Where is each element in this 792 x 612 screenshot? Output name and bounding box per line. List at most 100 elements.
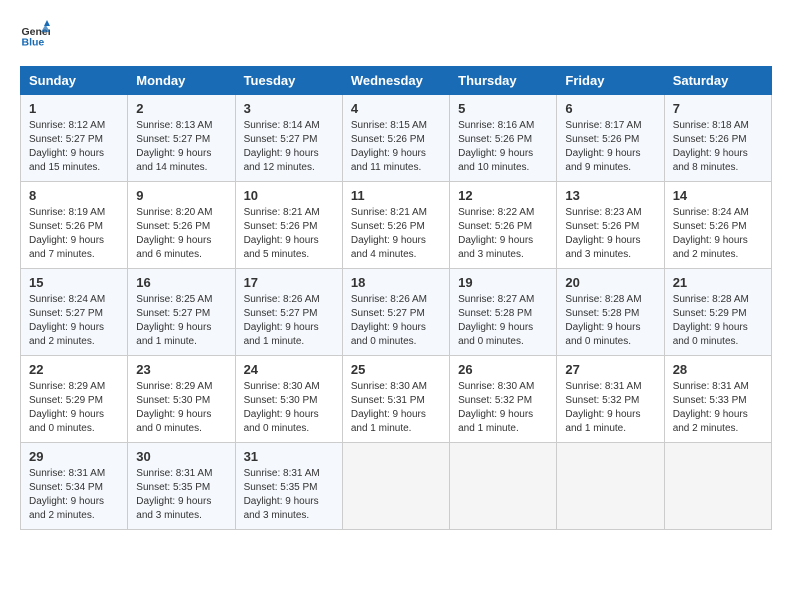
calendar-cell: 24 Sunrise: 8:30 AM Sunset: 5:30 PM Dayl…: [235, 356, 342, 443]
day-number: 9: [136, 188, 226, 203]
day-info: Sunrise: 8:31 AM Sunset: 5:33 PM Dayligh…: [673, 380, 763, 436]
day-info: Sunrise: 8:23 AM Sunset: 5:26 PM Dayligh…: [565, 206, 655, 262]
calendar-cell: 22 Sunrise: 8:29 AM Sunset: 5:29 PM Dayl…: [21, 356, 128, 443]
calendar-cell: 31 Sunrise: 8:31 AM Sunset: 5:35 PM Dayl…: [235, 443, 342, 530]
calendar-body: 1 Sunrise: 8:12 AM Sunset: 5:27 PM Dayli…: [21, 95, 772, 530]
calendar-cell: 25 Sunrise: 8:30 AM Sunset: 5:31 PM Dayl…: [342, 356, 449, 443]
calendar-cell: 17 Sunrise: 8:26 AM Sunset: 5:27 PM Dayl…: [235, 269, 342, 356]
day-number: 30: [136, 449, 226, 464]
day-info: Sunrise: 8:19 AM Sunset: 5:26 PM Dayligh…: [29, 206, 119, 262]
day-info: Sunrise: 8:30 AM Sunset: 5:31 PM Dayligh…: [351, 380, 441, 436]
weekday-header-tuesday: Tuesday: [235, 67, 342, 95]
calendar-cell: 2 Sunrise: 8:13 AM Sunset: 5:27 PM Dayli…: [128, 95, 235, 182]
day-info: Sunrise: 8:28 AM Sunset: 5:29 PM Dayligh…: [673, 293, 763, 349]
day-number: 13: [565, 188, 655, 203]
weekday-header-sunday: Sunday: [21, 67, 128, 95]
calendar-cell: 10 Sunrise: 8:21 AM Sunset: 5:26 PM Dayl…: [235, 182, 342, 269]
calendar-week-5: 29 Sunrise: 8:31 AM Sunset: 5:34 PM Dayl…: [21, 443, 772, 530]
day-info: Sunrise: 8:24 AM Sunset: 5:27 PM Dayligh…: [29, 293, 119, 349]
day-info: Sunrise: 8:31 AM Sunset: 5:34 PM Dayligh…: [29, 467, 119, 523]
day-number: 1: [29, 101, 119, 116]
day-info: Sunrise: 8:31 AM Sunset: 5:35 PM Dayligh…: [244, 467, 334, 523]
calendar-cell: 16 Sunrise: 8:25 AM Sunset: 5:27 PM Dayl…: [128, 269, 235, 356]
day-info: Sunrise: 8:16 AM Sunset: 5:26 PM Dayligh…: [458, 119, 548, 175]
calendar-cell: 19 Sunrise: 8:27 AM Sunset: 5:28 PM Dayl…: [450, 269, 557, 356]
day-number: 17: [244, 275, 334, 290]
weekday-header-friday: Friday: [557, 67, 664, 95]
day-number: 31: [244, 449, 334, 464]
day-info: Sunrise: 8:31 AM Sunset: 5:32 PM Dayligh…: [565, 380, 655, 436]
day-info: Sunrise: 8:18 AM Sunset: 5:26 PM Dayligh…: [673, 119, 763, 175]
logo-icon: General Blue: [20, 20, 50, 50]
day-info: Sunrise: 8:22 AM Sunset: 5:26 PM Dayligh…: [458, 206, 548, 262]
weekday-header-monday: Monday: [128, 67, 235, 95]
day-number: 10: [244, 188, 334, 203]
day-number: 2: [136, 101, 226, 116]
day-info: Sunrise: 8:26 AM Sunset: 5:27 PM Dayligh…: [351, 293, 441, 349]
weekday-header-saturday: Saturday: [664, 67, 771, 95]
calendar-cell: 21 Sunrise: 8:28 AM Sunset: 5:29 PM Dayl…: [664, 269, 771, 356]
day-number: 4: [351, 101, 441, 116]
day-number: 16: [136, 275, 226, 290]
calendar-cell: 15 Sunrise: 8:24 AM Sunset: 5:27 PM Dayl…: [21, 269, 128, 356]
calendar-cell: 18 Sunrise: 8:26 AM Sunset: 5:27 PM Dayl…: [342, 269, 449, 356]
day-number: 18: [351, 275, 441, 290]
day-number: 22: [29, 362, 119, 377]
day-number: 11: [351, 188, 441, 203]
calendar-cell: 29 Sunrise: 8:31 AM Sunset: 5:34 PM Dayl…: [21, 443, 128, 530]
day-number: 28: [673, 362, 763, 377]
calendar-cell: 1 Sunrise: 8:12 AM Sunset: 5:27 PM Dayli…: [21, 95, 128, 182]
calendar-cell: 27 Sunrise: 8:31 AM Sunset: 5:32 PM Dayl…: [557, 356, 664, 443]
day-number: 19: [458, 275, 548, 290]
calendar-cell: [450, 443, 557, 530]
day-number: 15: [29, 275, 119, 290]
day-info: Sunrise: 8:26 AM Sunset: 5:27 PM Dayligh…: [244, 293, 334, 349]
day-number: 27: [565, 362, 655, 377]
day-info: Sunrise: 8:25 AM Sunset: 5:27 PM Dayligh…: [136, 293, 226, 349]
calendar-cell: [664, 443, 771, 530]
calendar-cell: 12 Sunrise: 8:22 AM Sunset: 5:26 PM Dayl…: [450, 182, 557, 269]
calendar-week-1: 1 Sunrise: 8:12 AM Sunset: 5:27 PM Dayli…: [21, 95, 772, 182]
day-info: Sunrise: 8:21 AM Sunset: 5:26 PM Dayligh…: [244, 206, 334, 262]
calendar-week-4: 22 Sunrise: 8:29 AM Sunset: 5:29 PM Dayl…: [21, 356, 772, 443]
day-info: Sunrise: 8:21 AM Sunset: 5:26 PM Dayligh…: [351, 206, 441, 262]
calendar-table: SundayMondayTuesdayWednesdayThursdayFrid…: [20, 66, 772, 530]
day-info: Sunrise: 8:12 AM Sunset: 5:27 PM Dayligh…: [29, 119, 119, 175]
day-info: Sunrise: 8:15 AM Sunset: 5:26 PM Dayligh…: [351, 119, 441, 175]
day-number: 20: [565, 275, 655, 290]
day-info: Sunrise: 8:20 AM Sunset: 5:26 PM Dayligh…: [136, 206, 226, 262]
day-info: Sunrise: 8:31 AM Sunset: 5:35 PM Dayligh…: [136, 467, 226, 523]
calendar-cell: 6 Sunrise: 8:17 AM Sunset: 5:26 PM Dayli…: [557, 95, 664, 182]
day-number: 7: [673, 101, 763, 116]
day-number: 29: [29, 449, 119, 464]
calendar-cell: 11 Sunrise: 8:21 AM Sunset: 5:26 PM Dayl…: [342, 182, 449, 269]
weekday-header-row: SundayMondayTuesdayWednesdayThursdayFrid…: [21, 67, 772, 95]
calendar-cell: 9 Sunrise: 8:20 AM Sunset: 5:26 PM Dayli…: [128, 182, 235, 269]
day-info: Sunrise: 8:27 AM Sunset: 5:28 PM Dayligh…: [458, 293, 548, 349]
calendar-cell: 28 Sunrise: 8:31 AM Sunset: 5:33 PM Dayl…: [664, 356, 771, 443]
day-number: 6: [565, 101, 655, 116]
calendar-cell: 26 Sunrise: 8:30 AM Sunset: 5:32 PM Dayl…: [450, 356, 557, 443]
day-number: 25: [351, 362, 441, 377]
calendar-cell: [557, 443, 664, 530]
day-number: 26: [458, 362, 548, 377]
calendar-cell: 5 Sunrise: 8:16 AM Sunset: 5:26 PM Dayli…: [450, 95, 557, 182]
calendar-cell: 20 Sunrise: 8:28 AM Sunset: 5:28 PM Dayl…: [557, 269, 664, 356]
weekday-header-thursday: Thursday: [450, 67, 557, 95]
day-info: Sunrise: 8:29 AM Sunset: 5:29 PM Dayligh…: [29, 380, 119, 436]
day-info: Sunrise: 8:30 AM Sunset: 5:32 PM Dayligh…: [458, 380, 548, 436]
day-number: 3: [244, 101, 334, 116]
calendar-cell: 23 Sunrise: 8:29 AM Sunset: 5:30 PM Dayl…: [128, 356, 235, 443]
day-info: Sunrise: 8:28 AM Sunset: 5:28 PM Dayligh…: [565, 293, 655, 349]
calendar-cell: [342, 443, 449, 530]
svg-text:Blue: Blue: [22, 37, 45, 49]
day-number: 5: [458, 101, 548, 116]
day-info: Sunrise: 8:13 AM Sunset: 5:27 PM Dayligh…: [136, 119, 226, 175]
calendar-cell: 30 Sunrise: 8:31 AM Sunset: 5:35 PM Dayl…: [128, 443, 235, 530]
weekday-header-wednesday: Wednesday: [342, 67, 449, 95]
logo: General Blue: [20, 20, 50, 50]
calendar-week-2: 8 Sunrise: 8:19 AM Sunset: 5:26 PM Dayli…: [21, 182, 772, 269]
day-info: Sunrise: 8:17 AM Sunset: 5:26 PM Dayligh…: [565, 119, 655, 175]
calendar-cell: 7 Sunrise: 8:18 AM Sunset: 5:26 PM Dayli…: [664, 95, 771, 182]
day-info: Sunrise: 8:29 AM Sunset: 5:30 PM Dayligh…: [136, 380, 226, 436]
